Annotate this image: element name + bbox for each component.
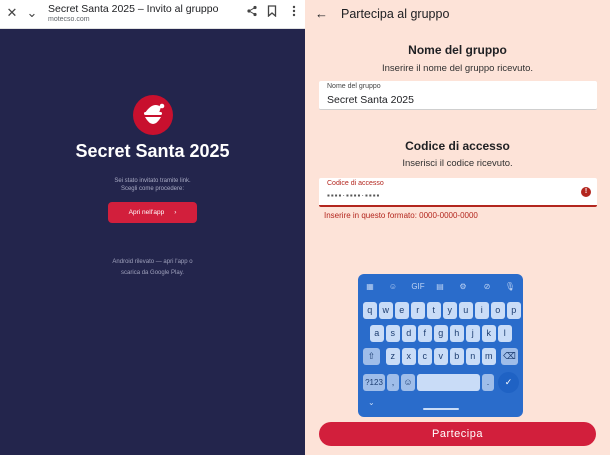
hide-keyboard-icon[interactable]: ⌄ bbox=[368, 398, 375, 407]
key-x[interactable]: x bbox=[402, 348, 416, 365]
open-in-app-label: Apri nell'app bbox=[128, 209, 165, 216]
key-k[interactable]: k bbox=[482, 325, 496, 342]
key-f[interactable]: f bbox=[418, 325, 432, 342]
browser-pane: ✕ ⌄ Secret Santa 2025 – Invito al gruppo… bbox=[0, 0, 305, 455]
key-c[interactable]: c bbox=[418, 348, 432, 365]
access-code-field[interactable]: Codice di accesso ▪▪▪▪·▪▪▪▪·▪▪▪▪ ! bbox=[319, 178, 597, 207]
santa-logo-icon bbox=[133, 95, 173, 135]
emoji-key[interactable]: ☺ bbox=[401, 374, 415, 391]
gif-icon[interactable]: GIF bbox=[409, 281, 427, 293]
mic-icon[interactable]: 🎙 bbox=[504, 281, 516, 293]
app-title: Secret Santa 2025 bbox=[75, 141, 230, 161]
shift-key[interactable]: ⇧ bbox=[363, 348, 380, 365]
sticker-icon[interactable]: ☺ bbox=[387, 281, 399, 293]
android-note: Android rilevato — apri l'app o bbox=[112, 259, 193, 265]
key-y[interactable]: y bbox=[443, 302, 457, 319]
key-b[interactable]: b bbox=[450, 348, 464, 365]
back-arrow-icon[interactable]: ← bbox=[315, 6, 331, 22]
on-screen-keyboard: ▦ ☺ GIF ▤ ⚙ ⊘ 🎙 ⇧ ⌫ ?123 , ☺ . ✓ ⌄ qwert… bbox=[358, 274, 523, 417]
key-l[interactable]: l bbox=[498, 325, 512, 342]
chevron-down-icon[interactable]: ⌄ bbox=[24, 5, 40, 21]
key-i[interactable]: i bbox=[475, 302, 489, 319]
more-vert-icon[interactable] bbox=[286, 5, 302, 21]
key-u[interactable]: u bbox=[459, 302, 473, 319]
access-code-error: Inserire in questo formato: 0000-0000-00… bbox=[324, 211, 478, 220]
access-code-value: ▪▪▪▪·▪▪▪▪·▪▪▪▪ bbox=[327, 191, 381, 200]
key-s[interactable]: s bbox=[386, 325, 400, 342]
open-in-app-button[interactable]: Apri nell'app › bbox=[108, 202, 197, 223]
mic-off-icon[interactable]: ⊘ bbox=[481, 281, 493, 293]
join-button[interactable]: Partecipa bbox=[319, 422, 596, 446]
period-key[interactable]: . bbox=[482, 374, 494, 391]
key-e[interactable]: e bbox=[395, 302, 409, 319]
close-icon[interactable]: ✕ bbox=[4, 5, 20, 21]
choose-text: Scegli come procedere: bbox=[120, 186, 185, 192]
invite-text: Sei stato invitato tramite link. bbox=[114, 178, 191, 184]
key-v[interactable]: v bbox=[434, 348, 448, 365]
settings-icon[interactable]: ⚙ bbox=[457, 281, 469, 293]
keyboard-handle bbox=[423, 408, 459, 410]
key-z[interactable]: z bbox=[386, 348, 400, 365]
play-store-note: scarica da Google Play. bbox=[121, 270, 184, 276]
share-icon[interactable] bbox=[244, 5, 260, 21]
key-n[interactable]: n bbox=[466, 348, 480, 365]
apps-grid-icon[interactable]: ▦ bbox=[364, 281, 376, 293]
key-w[interactable]: w bbox=[379, 302, 393, 319]
key-t[interactable]: t bbox=[427, 302, 441, 319]
enter-check-key[interactable]: ✓ bbox=[498, 372, 519, 393]
key-a[interactable]: a bbox=[370, 325, 384, 342]
screen-title: Partecipa al gruppo bbox=[341, 7, 450, 21]
key-r[interactable]: r bbox=[411, 302, 425, 319]
access-code-heading: Codice di accesso bbox=[405, 139, 510, 153]
tab-title: Secret Santa 2025 – Invito al gruppo bbox=[48, 3, 219, 15]
group-name-field-label: Nome del gruppo bbox=[327, 83, 381, 90]
symbols-key[interactable]: ?123 bbox=[363, 374, 385, 391]
group-name-heading: Nome del gruppo bbox=[408, 43, 507, 57]
key-p[interactable]: p bbox=[507, 302, 521, 319]
backspace-key[interactable]: ⌫ bbox=[501, 348, 518, 365]
tab-domain: motecso.com bbox=[48, 16, 90, 23]
group-name-field[interactable]: Nome del gruppo Secret Santa 2025 bbox=[319, 81, 597, 110]
error-icon: ! bbox=[581, 187, 591, 197]
key-o[interactable]: o bbox=[491, 302, 505, 319]
browser-toolbar: ✕ ⌄ Secret Santa 2025 – Invito al gruppo… bbox=[0, 0, 305, 29]
bookmark-icon[interactable] bbox=[264, 5, 280, 21]
access-code-helper: Inserisci il codice ricevuto. bbox=[402, 158, 513, 169]
comma-key[interactable]: , bbox=[387, 374, 399, 391]
key-j[interactable]: j bbox=[466, 325, 480, 342]
group-name-helper: Inserire il nome del gruppo ricevuto. bbox=[381, 63, 534, 74]
app-pane: ← Partecipa al gruppo Nome del gruppo In… bbox=[305, 0, 610, 455]
chevron-right-icon: › bbox=[174, 209, 177, 216]
key-h[interactable]: h bbox=[450, 325, 464, 342]
clipboard-icon[interactable]: ▤ bbox=[434, 281, 446, 293]
key-q[interactable]: q bbox=[363, 302, 377, 319]
key-d[interactable]: d bbox=[402, 325, 416, 342]
access-code-field-label: Codice di accesso bbox=[327, 180, 384, 187]
key-g[interactable]: g bbox=[434, 325, 448, 342]
group-name-value: Secret Santa 2025 bbox=[327, 94, 414, 106]
key-m[interactable]: m bbox=[482, 348, 496, 365]
space-key[interactable] bbox=[417, 374, 480, 391]
